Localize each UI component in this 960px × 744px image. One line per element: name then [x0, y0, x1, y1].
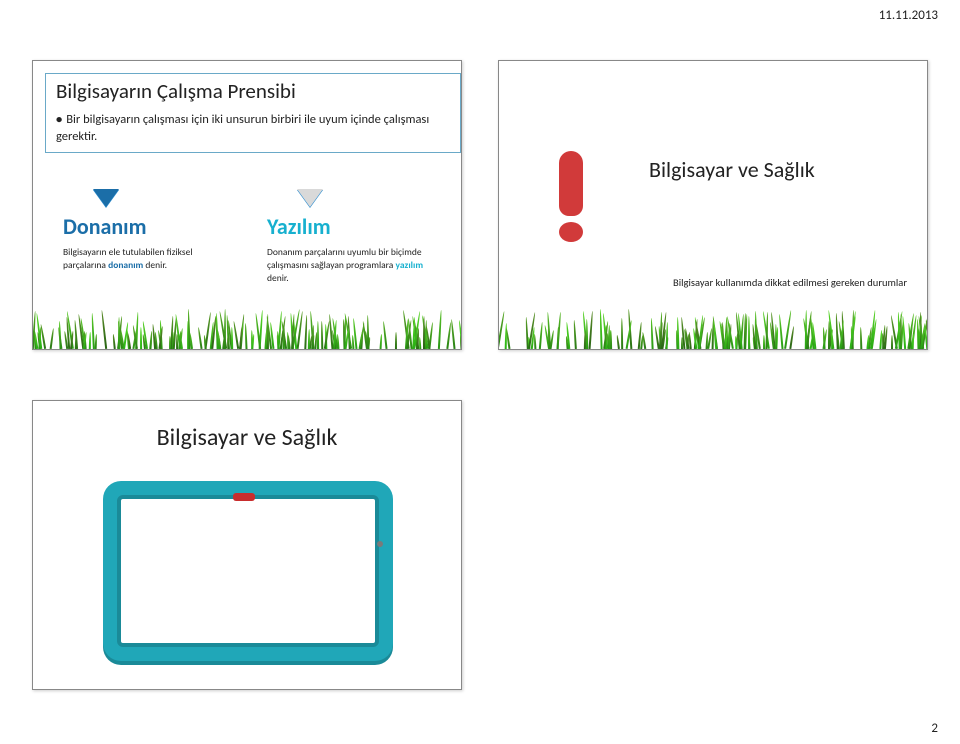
column-heading: Donanım	[63, 213, 227, 240]
header-date: 11.11.2013	[879, 8, 938, 23]
title-box: Bilgisayarın Çalışma Prensibi •Bir bilgi…	[45, 73, 461, 153]
exclamation-icon	[559, 151, 583, 242]
monitor-screen	[117, 495, 379, 647]
bullet-text: •Bir bilgisayarın çalışması için iki uns…	[56, 112, 450, 146]
slide-title: Bilgisayar ve Sağlık	[649, 156, 815, 183]
desc-keyword: yazılım	[396, 259, 424, 271]
columns: Donanım Bilgisayarın ele tutulabilen fiz…	[63, 189, 431, 284]
slide-title: Bilgisayar ve Sağlık	[33, 423, 461, 452]
webcam-icon	[233, 493, 255, 501]
desc-post: denir.	[143, 259, 167, 271]
slide-top-left: Bilgisayarın Çalışma Prensibi •Bir bilgi…	[32, 60, 462, 350]
slide-top-right: Bilgisayar ve Sağlık Bilgisayar kullanım…	[498, 60, 928, 350]
grass-decoration	[33, 307, 461, 349]
bullet-marker: •	[56, 112, 62, 127]
slide-bottom-left: Bilgisayar ve Sağlık	[32, 400, 462, 690]
column-desc: Bilgisayarın ele tutulabilen fiziksel pa…	[63, 246, 227, 272]
power-button-icon	[377, 541, 383, 547]
arrow-down-icon	[93, 189, 119, 207]
column-left: Donanım Bilgisayarın ele tutulabilen fiz…	[63, 189, 227, 284]
slide-subtitle: Bilgisayar kullanımda dikkat edilmesi ge…	[673, 276, 907, 289]
column-right: Yazılım Donanım parçalarını uyumlu bir b…	[267, 189, 431, 284]
column-desc: Donanım parçalarını uyumlu bir biçimde ç…	[267, 246, 431, 284]
page-number: 2	[931, 721, 938, 736]
grass-decoration	[499, 307, 927, 349]
desc-post: denir.	[267, 272, 289, 284]
bullet-content: Bir bilgisayarın çalışması için iki unsu…	[56, 112, 429, 144]
column-heading: Yazılım	[267, 213, 431, 240]
arrow-down-icon	[297, 189, 323, 207]
slide-title: Bilgisayarın Çalışma Prensibi	[56, 78, 450, 104]
monitor-illustration	[103, 481, 393, 661]
desc-keyword: donanım	[108, 259, 143, 271]
